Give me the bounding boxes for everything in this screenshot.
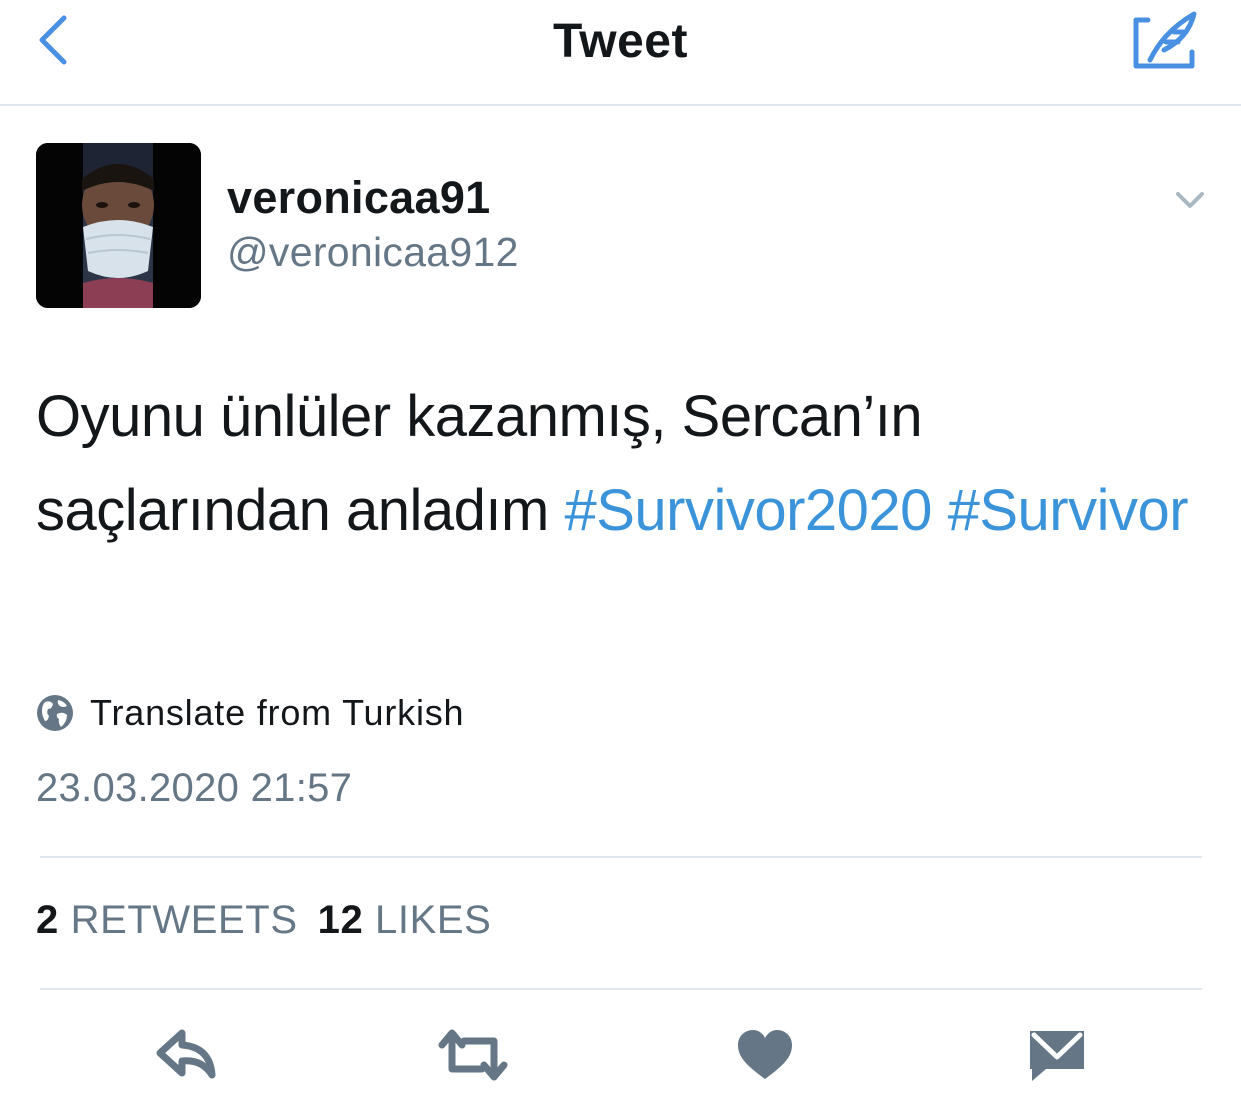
like-button[interactable] [730, 1025, 800, 1085]
navigation-bar: Tweet [0, 0, 1241, 106]
tweet-timestamp: 23.03.2020 21:57 [36, 766, 353, 810]
hashtag-link[interactable]: #Survivor [948, 478, 1189, 543]
retweets-label: RETWEETS [70, 898, 298, 942]
retweet-icon [438, 1029, 508, 1081]
page-title: Tweet [553, 15, 688, 68]
avatar-photo [36, 143, 201, 308]
retweets-count: 2 [36, 898, 59, 942]
tweet-text-space [932, 478, 948, 543]
chevron-down-icon [1176, 192, 1204, 208]
more-options-button[interactable] [1170, 182, 1210, 218]
compose-button[interactable] [1128, 6, 1200, 72]
reply-button[interactable] [152, 1025, 222, 1085]
like-heart-icon [738, 1030, 792, 1079]
author-handle[interactable]: @veronicaa912 [227, 229, 519, 276]
translate-link[interactable]: Translate from Turkish [36, 690, 464, 736]
divider [40, 988, 1202, 990]
compose-quill-icon [1133, 11, 1197, 69]
globe-icon [37, 695, 73, 731]
avatar[interactable] [36, 143, 201, 308]
direct-message-button[interactable] [1022, 1025, 1092, 1085]
likes-count: 12 [317, 898, 364, 942]
likes-label: LIKES [375, 898, 492, 942]
translate-label: Translate from Turkish [90, 692, 465, 733]
hashtag-link[interactable]: #Survivor2020 [564, 478, 932, 543]
retweet-button[interactable] [438, 1025, 508, 1085]
direct-message-icon [1030, 1031, 1084, 1081]
likes-stat[interactable]: 12 LIKES [318, 898, 492, 942]
reply-icon [156, 1029, 216, 1079]
author-display-name[interactable]: veronicaa91 [227, 172, 490, 224]
tweet-text: Oyunu ünlüler kazanmış, Sercan’ın saçlar… [36, 370, 1206, 558]
engagement-stats: 2 RETWEETS 12 LIKES [36, 898, 491, 943]
retweets-stat[interactable]: 2 RETWEETS [36, 898, 298, 942]
divider [40, 856, 1202, 858]
